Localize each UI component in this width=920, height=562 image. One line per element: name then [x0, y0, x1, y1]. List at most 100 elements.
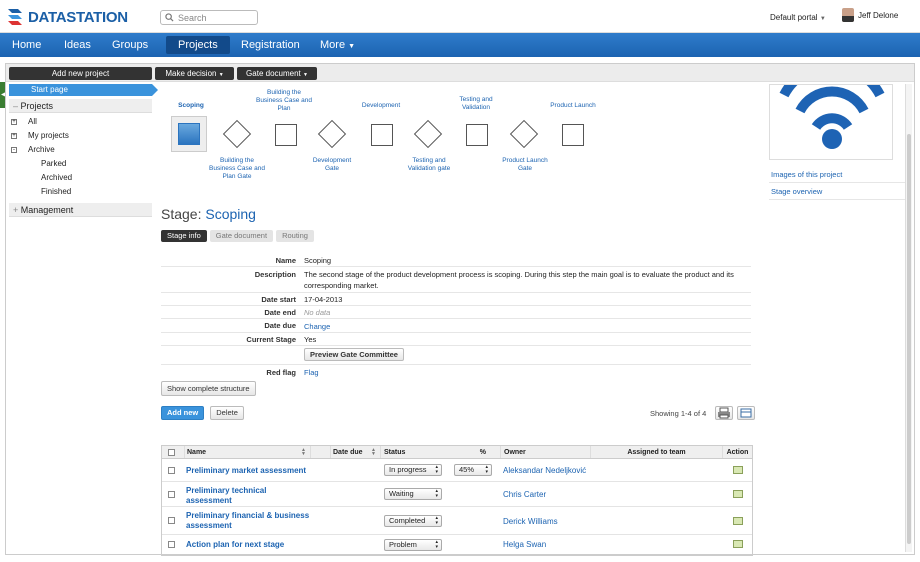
process-gate-testing[interactable]: Testing and Validation gate — [399, 157, 459, 173]
task-name-link[interactable]: Preliminary market assessment — [186, 466, 310, 475]
stage-box-launch[interactable] — [562, 124, 584, 146]
images-of-project-link[interactable]: Images of this project — [769, 166, 909, 183]
show-structure-button[interactable]: Show complete structure — [161, 381, 256, 396]
info-row-description: Description The second stage of the produ… — [161, 267, 751, 293]
gate-diamond-testing[interactable] — [413, 119, 443, 149]
status-select[interactable]: Problem — [384, 539, 442, 551]
project-image[interactable] — [769, 84, 893, 160]
delete-button[interactable]: Delete — [210, 406, 244, 420]
expand-icon[interactable]: + — [11, 119, 17, 125]
make-decision-button[interactable]: Make decision ▼ — [155, 67, 234, 80]
sidebar-section-projects[interactable]: – Projects — [9, 99, 152, 113]
sidebar-item-start-page[interactable]: Start page — [9, 84, 158, 96]
owner-link[interactable]: Helga Swan — [503, 540, 546, 549]
nav-projects[interactable]: Projects — [166, 36, 230, 54]
process-stage-scoping[interactable]: Scoping — [167, 102, 215, 110]
add-new-button[interactable]: Add new — [161, 406, 205, 420]
nav-more[interactable]: More ▼ — [308, 33, 367, 57]
expand-icon[interactable]: + — [11, 133, 17, 139]
sidebar-item-archived[interactable]: Archived — [9, 171, 152, 185]
flag-link[interactable]: Flag — [304, 367, 749, 378]
table-row[interactable]: Preliminary financial & business assessm… — [162, 507, 752, 535]
scrollbar[interactable] — [905, 84, 912, 552]
preview-gate-committee-button[interactable]: Preview Gate Committee — [304, 348, 404, 361]
process-gate-development[interactable]: Development Gate — [307, 157, 357, 173]
search-input[interactable]: Search — [160, 10, 258, 25]
stage-overview-link[interactable]: Stage overview — [769, 183, 909, 200]
scrollbar-thumb[interactable] — [907, 134, 911, 544]
sidebar-item-my-projects[interactable]: + My projects — [9, 129, 152, 143]
col-date-due[interactable]: Date due ▲ ▼ — [330, 446, 380, 458]
stage-box-business-case[interactable] — [275, 124, 297, 146]
nav-home[interactable]: Home — [0, 33, 53, 57]
portal-selector[interactable]: Default portal ▼ — [770, 13, 826, 22]
col-owner[interactable]: Owner — [500, 446, 590, 458]
collapse-icon[interactable]: - — [11, 147, 17, 153]
process-stage-development[interactable]: Development — [349, 102, 413, 110]
owner-link[interactable]: Chris Carter — [503, 490, 546, 499]
row-checkbox[interactable] — [168, 517, 175, 524]
minus-icon: – — [13, 101, 21, 111]
task-name-link[interactable]: Preliminary technical assessment — [186, 486, 286, 506]
stage-box-development[interactable] — [371, 124, 393, 146]
info-value: Scoping — [304, 256, 332, 265]
table-header: Name ▲ ▼ Date due ▲ ▼ Status % Owner Assigne… — [162, 446, 752, 459]
sidebar-item-archive[interactable]: - Archive — [9, 143, 152, 157]
gate-document-button[interactable]: Gate document ▼ — [237, 67, 317, 80]
percent-select[interactable]: 45% — [454, 464, 492, 476]
nav-groups[interactable]: Groups — [100, 33, 160, 57]
sidebar-item-label: All — [28, 117, 37, 126]
process-stage-launch[interactable]: Product Launch — [541, 102, 605, 110]
make-decision-label: Make decision — [165, 69, 217, 78]
process-gate-launch[interactable]: Product Launch Gate — [495, 157, 555, 173]
process-stage-business-case[interactable]: Building the Business Case and Plan — [254, 89, 314, 113]
stage-box-scoping[interactable] — [178, 123, 200, 145]
select-all-checkbox[interactable] — [168, 448, 175, 456]
chevron-down-icon: ▼ — [218, 72, 224, 78]
sidebar-item-all[interactable]: + All — [9, 115, 152, 129]
gate-document-label: Gate document — [246, 69, 301, 78]
logo[interactable]: DATASTATION — [6, 7, 128, 27]
stage-box-testing[interactable] — [466, 124, 488, 146]
sidebar-section-management[interactable]: + Management — [9, 203, 152, 217]
tab-gate-document[interactable]: Gate document — [209, 230, 274, 242]
col-percent[interactable]: % — [452, 446, 500, 458]
status-select[interactable]: In progress — [384, 464, 442, 476]
page-title-stage: Scoping — [205, 206, 256, 222]
gate-diamond-business-case[interactable] — [222, 119, 252, 149]
task-name-link[interactable]: Action plan for next stage — [186, 540, 310, 549]
action-icon[interactable] — [733, 540, 743, 548]
tab-stage-info[interactable]: Stage info — [161, 230, 207, 242]
status-select[interactable]: Waiting — [384, 488, 442, 500]
print-button[interactable] — [715, 406, 733, 420]
action-icon[interactable] — [733, 466, 743, 474]
row-checkbox[interactable] — [168, 491, 175, 498]
sidebar-item-finished[interactable]: Finished — [9, 185, 152, 199]
owner-link[interactable]: Derick Williams — [503, 517, 558, 526]
sidebar-item-parked[interactable]: Parked — [9, 157, 152, 171]
action-icon[interactable] — [733, 490, 743, 498]
owner-link[interactable]: Aleksandar Nedeljković — [503, 466, 586, 475]
table-row[interactable]: Action plan for next stage Problem Helga… — [162, 535, 752, 555]
info-value: No data — [304, 308, 331, 317]
action-icon[interactable] — [733, 517, 743, 525]
table-row[interactable]: Preliminary market assessment In progres… — [162, 459, 752, 482]
add-project-button[interactable]: Add new project — [9, 67, 152, 80]
process-gate-business-case[interactable]: Building the Business Case and Plan Gate — [209, 157, 265, 181]
change-due-link[interactable]: Change — [304, 321, 749, 332]
process-stage-testing[interactable]: Testing and Validation — [448, 96, 504, 112]
nav-ideas[interactable]: Ideas — [52, 33, 103, 57]
status-select[interactable]: Completed — [384, 515, 442, 527]
tab-routing[interactable]: Routing — [276, 230, 314, 242]
col-name[interactable]: Name ▲ ▼ — [184, 446, 310, 458]
task-name-link[interactable]: Preliminary financial & business assessm… — [186, 511, 310, 531]
gate-diamond-development[interactable] — [317, 119, 347, 149]
user-menu[interactable]: Jeff Delone — [842, 8, 898, 22]
table-row[interactable]: Preliminary technical assessment Waiting… — [162, 482, 752, 507]
col-assigned-team[interactable]: Assigned to team — [590, 446, 722, 458]
row-checkbox[interactable] — [168, 467, 175, 474]
row-checkbox[interactable] — [168, 541, 175, 548]
nav-registration[interactable]: Registration — [229, 33, 312, 57]
export-button[interactable] — [737, 406, 755, 420]
gate-diamond-launch[interactable] — [509, 119, 539, 149]
